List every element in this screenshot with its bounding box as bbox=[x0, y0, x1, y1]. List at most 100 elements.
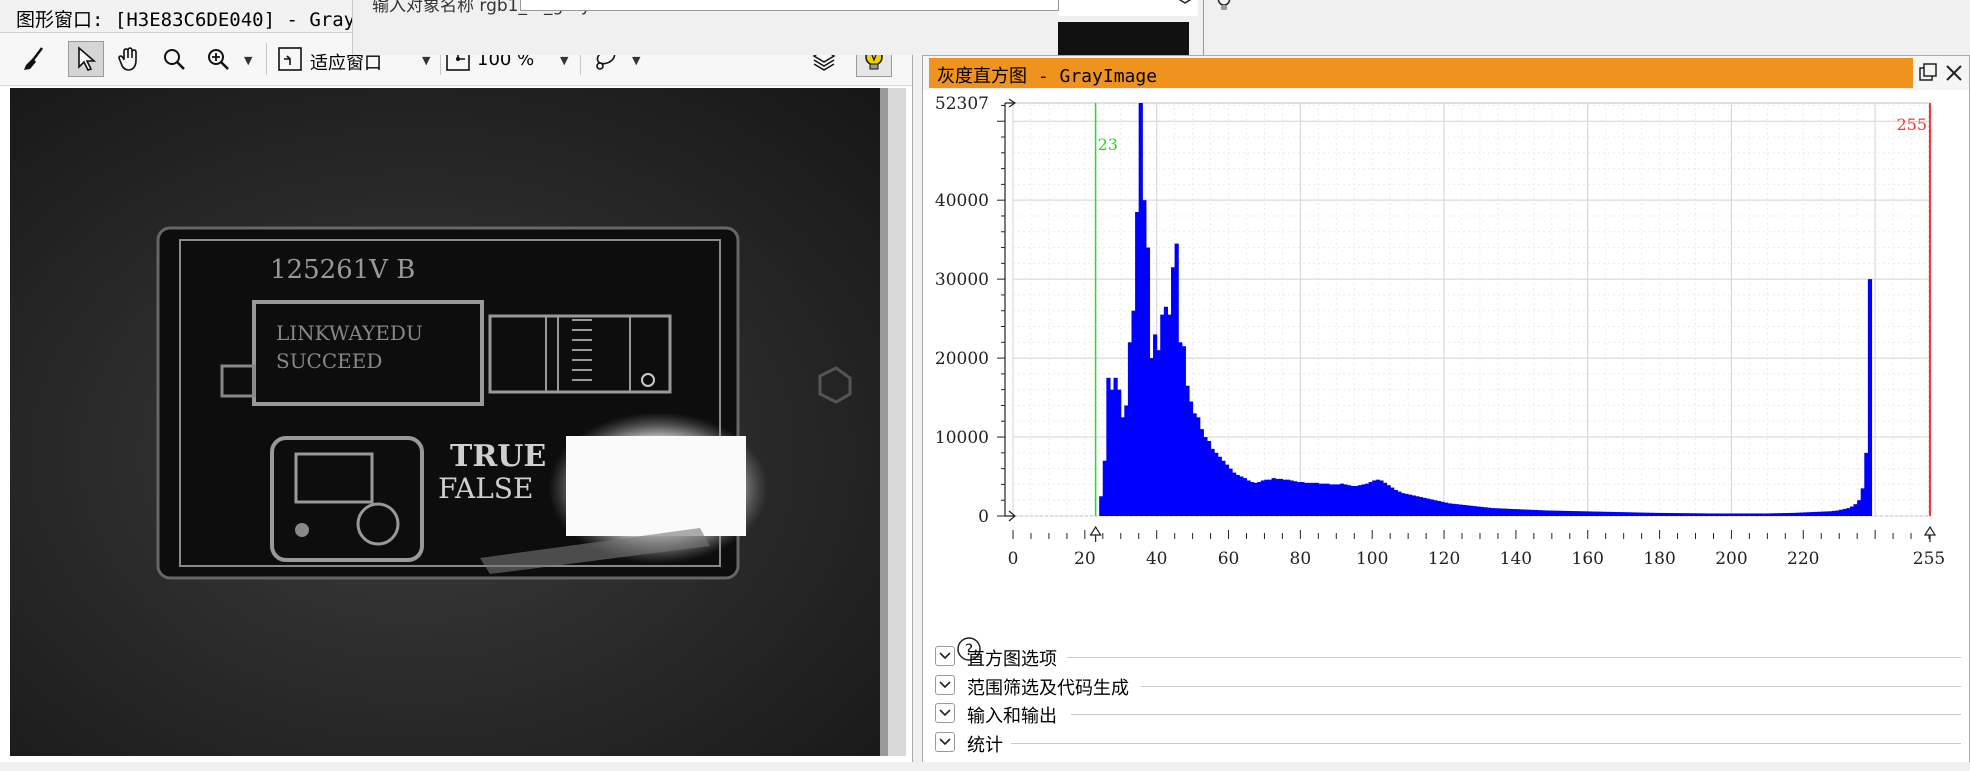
histogram-bar bbox=[1846, 508, 1851, 516]
histogram-bar bbox=[1347, 485, 1352, 516]
histogram-bar bbox=[1828, 511, 1833, 516]
histogram-bar bbox=[1127, 342, 1133, 516]
zoom-dropdown-chevron-icon[interactable]: ▼ bbox=[244, 54, 252, 67]
histogram-bar bbox=[1390, 487, 1395, 516]
histogram-chart[interactable]: 0 10000 20000 30000 40000 52307 0 20 40 60 80 100 12… bbox=[923, 92, 1969, 697]
y-tick-label: 10000 bbox=[935, 428, 989, 448]
histogram-bar bbox=[1343, 484, 1348, 516]
pointer-icon[interactable] bbox=[68, 41, 104, 77]
histogram-bar bbox=[1454, 504, 1459, 516]
histogram-bar bbox=[1124, 405, 1129, 516]
chevron-down-icon[interactable] bbox=[935, 703, 955, 723]
hand-icon[interactable] bbox=[112, 41, 148, 77]
histogram-bar bbox=[1415, 496, 1420, 516]
gray-image-canvas[interactable]: 125261V B LINKWAYEDU SUCCEED TRUE FALSE bbox=[10, 88, 906, 756]
zoom-in-icon[interactable] bbox=[200, 41, 236, 77]
histogram-bar bbox=[1792, 512, 1797, 516]
histogram-bar bbox=[1250, 482, 1255, 516]
histogram-bar bbox=[1490, 508, 1495, 516]
histogram-bar bbox=[1404, 493, 1409, 516]
histogram-bar bbox=[1637, 512, 1643, 516]
histogram-bar bbox=[1530, 509, 1535, 516]
histogram-bar bbox=[1724, 513, 1729, 516]
y-tick-label: 52307 bbox=[935, 94, 989, 114]
histogram-bar bbox=[1364, 483, 1370, 516]
histogram-bar bbox=[1655, 512, 1661, 516]
histogram-bar bbox=[1763, 513, 1768, 516]
chevron-down-icon[interactable] bbox=[935, 646, 955, 666]
histogram-bar bbox=[1569, 511, 1574, 516]
section-histogram-options[interactable]: 直方图选项 bbox=[931, 644, 1961, 670]
fit-window-icon[interactable] bbox=[272, 41, 308, 77]
histogram-bar bbox=[1206, 440, 1212, 516]
histogram-bar bbox=[1623, 512, 1628, 516]
shape-dropdown-chevron-icon[interactable]: ▼ bbox=[632, 54, 640, 67]
histogram-bar bbox=[1860, 488, 1865, 516]
histogram-bar bbox=[1210, 448, 1215, 516]
chevron-down-icon[interactable] bbox=[935, 675, 955, 695]
y-tick-label: 40000 bbox=[935, 191, 989, 211]
histogram-bar bbox=[1652, 512, 1657, 516]
histogram-bar bbox=[1447, 503, 1452, 516]
histogram-bar bbox=[1487, 507, 1492, 516]
histogram-bar bbox=[1188, 401, 1194, 516]
y-tick-label: 30000 bbox=[935, 270, 989, 290]
histogram-bar bbox=[1817, 511, 1822, 516]
histogram-bar bbox=[1587, 511, 1592, 516]
histogram-bar bbox=[1752, 513, 1758, 516]
histogram-bar bbox=[1181, 346, 1186, 516]
restore-window-icon[interactable] bbox=[1915, 60, 1941, 86]
section-range-filter[interactable]: 范围筛选及代码生成 bbox=[931, 673, 1961, 699]
histogram-window-titlebar[interactable]: 灰度直方图 - GrayImage bbox=[923, 56, 1969, 90]
histogram-bar bbox=[1232, 472, 1237, 516]
histogram-bar bbox=[1688, 513, 1693, 516]
histogram-bar bbox=[1257, 482, 1262, 516]
histogram-bar bbox=[1109, 389, 1115, 516]
zoom-level-dropdown-chevron-icon[interactable]: ▼ bbox=[560, 54, 568, 67]
histogram-bar bbox=[1289, 480, 1294, 516]
histogram-bar bbox=[1580, 511, 1585, 516]
lightbulb-icon[interactable] bbox=[1213, 0, 1235, 12]
histogram-bar bbox=[1178, 342, 1183, 516]
histogram-bar bbox=[1296, 482, 1301, 516]
histogram-bar bbox=[1540, 510, 1546, 516]
histogram-bar bbox=[1796, 512, 1801, 516]
histogram-bar bbox=[1508, 508, 1513, 516]
histogram-bar bbox=[1824, 511, 1829, 516]
magnify-icon[interactable] bbox=[156, 41, 192, 77]
close-window-icon[interactable] bbox=[1941, 60, 1967, 86]
histogram-bar bbox=[1224, 464, 1230, 516]
histogram-bar bbox=[1479, 506, 1485, 516]
histogram-bar bbox=[1526, 509, 1531, 516]
histogram-bar bbox=[1494, 508, 1499, 516]
x-tick-label: 80 bbox=[1290, 549, 1312, 569]
histogram-bar bbox=[1867, 279, 1873, 516]
histogram-bar bbox=[1659, 512, 1664, 516]
histogram-bar bbox=[1458, 504, 1463, 516]
histogram-bar bbox=[1598, 511, 1603, 516]
histogram-bar bbox=[1106, 377, 1111, 516]
section-statistics[interactable]: 统计 bbox=[931, 730, 1961, 756]
histogram-bar bbox=[1174, 243, 1179, 516]
histogram-bar bbox=[1857, 500, 1862, 516]
histogram-plot-area[interactable]: 0 10000 20000 30000 40000 52307 0 20 40 60 80 100 12… bbox=[923, 92, 1969, 697]
histogram-bar bbox=[1806, 512, 1811, 516]
histogram-bar bbox=[1372, 480, 1377, 516]
broom-icon[interactable] bbox=[16, 41, 52, 77]
layers-icon[interactable] bbox=[1175, 0, 1195, 10]
histogram-bar bbox=[1354, 485, 1359, 516]
histogram-bar bbox=[1153, 334, 1158, 516]
fit-dropdown-chevron-icon[interactable]: ▼ bbox=[422, 54, 430, 67]
histogram-bar bbox=[1336, 484, 1341, 516]
histogram-bar bbox=[1275, 478, 1280, 516]
histogram-bar bbox=[1839, 509, 1844, 516]
histogram-bar bbox=[1720, 513, 1725, 516]
histogram-bar bbox=[1282, 479, 1287, 516]
histogram-bar bbox=[1803, 512, 1808, 516]
histogram-bar bbox=[1627, 512, 1632, 516]
histogram-bar bbox=[1677, 513, 1682, 516]
histogram-bar bbox=[1591, 511, 1596, 516]
section-input-output[interactable]: 输入和输出 bbox=[931, 701, 1961, 727]
histogram-bar bbox=[1630, 512, 1635, 516]
chevron-down-icon[interactable] bbox=[935, 732, 955, 752]
